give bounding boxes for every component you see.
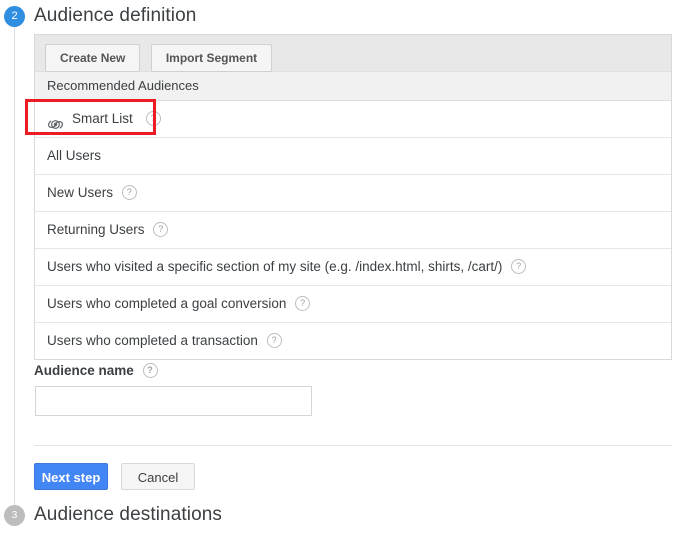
- audience-name-label: Audience name ?: [34, 363, 158, 379]
- list-item-label: Users who completed a goal conversion: [47, 296, 286, 311]
- audience-definition-panel: Create New Import Segment Recommended Au…: [34, 34, 672, 360]
- help-icon[interactable]: ?: [511, 259, 526, 274]
- section-title-audience-destinations: Audience destinations: [34, 504, 222, 526]
- create-new-button[interactable]: Create New: [45, 44, 140, 72]
- list-item-completed-transaction[interactable]: Users who completed a transaction ?: [35, 323, 671, 359]
- recommended-audiences-heading: Recommended Audiences: [35, 71, 671, 101]
- list-item-label: New Users: [47, 185, 113, 200]
- smart-list-content: Smart List ?: [47, 101, 161, 137]
- list-item-new-users[interactable]: New Users ?: [35, 175, 671, 212]
- list-item-all-users[interactable]: All Users: [35, 138, 671, 175]
- cancel-button[interactable]: Cancel: [121, 463, 195, 490]
- list-item-label: Returning Users: [47, 222, 145, 237]
- list-item-label: Users who visited a specific section of …: [47, 259, 502, 274]
- next-step-button[interactable]: Next step: [34, 463, 108, 490]
- list-item-completed-goal-conversion[interactable]: Users who completed a goal conversion ?: [35, 286, 671, 323]
- list-item-label: Users who completed a transaction: [47, 333, 258, 348]
- step-badge-2: 2: [4, 6, 25, 27]
- help-icon[interactable]: ?: [122, 185, 137, 200]
- step-connector-line: [14, 24, 15, 510]
- help-icon[interactable]: ?: [267, 333, 282, 348]
- list-item-label: Smart List: [72, 101, 133, 137]
- smart-list-icon: [47, 111, 64, 128]
- import-segment-button[interactable]: Import Segment: [151, 44, 272, 72]
- help-icon[interactable]: ?: [153, 222, 168, 237]
- list-item-returning-users[interactable]: Returning Users ?: [35, 212, 671, 249]
- list-item-label: All Users: [47, 148, 101, 163]
- help-icon[interactable]: ?: [295, 296, 310, 311]
- help-icon[interactable]: ?: [146, 111, 161, 126]
- panel-tab-bar: Create New Import Segment: [35, 35, 671, 71]
- list-item-visited-specific-section[interactable]: Users who visited a specific section of …: [35, 249, 671, 286]
- form-divider: [34, 445, 672, 446]
- audience-name-input[interactable]: [35, 386, 312, 416]
- help-icon[interactable]: ?: [143, 363, 158, 378]
- audience-name-label-text: Audience name: [34, 363, 134, 378]
- page-title-audience-definition: Audience definition: [34, 5, 196, 27]
- step-badge-3: 3: [4, 505, 25, 526]
- list-item-smart-list[interactable]: Smart List ?: [35, 101, 671, 138]
